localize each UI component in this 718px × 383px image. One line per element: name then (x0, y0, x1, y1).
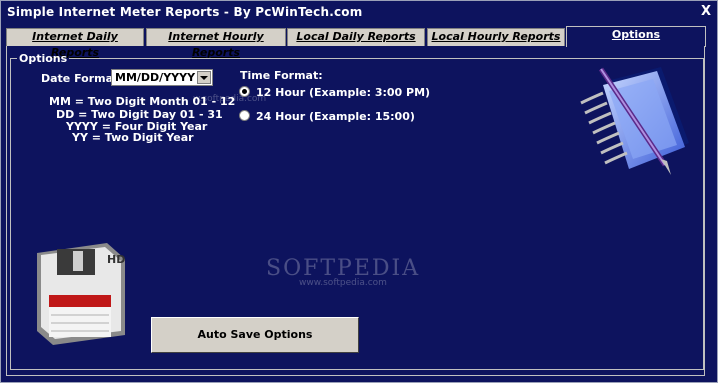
tab-local-hourly-reports[interactable]: Local Hourly Reports (427, 28, 565, 46)
title-bar: Simple Internet Meter Reports - By PcWin… (1, 1, 717, 23)
window-title: Simple Internet Meter Reports - By PcWin… (7, 5, 363, 19)
tab-internet-hourly-reports[interactable]: Internet Hourly Reports (146, 28, 286, 59)
floppy-disk-icon: HD (37, 243, 125, 345)
radio-24-hour[interactable] (239, 110, 250, 121)
close-button[interactable]: X (701, 4, 711, 19)
tab-options[interactable]: Options (566, 26, 706, 47)
time-format-label: Time Format: (240, 69, 323, 82)
chevron-down-icon[interactable] (197, 71, 211, 84)
app-window: Simple Internet Meter Reports - By PcWin… (0, 0, 718, 383)
radio-24-hour-label: 24 Hour (Example: 15:00) (256, 110, 415, 123)
watermark-url: www.softpedia.com (299, 278, 387, 288)
radio-12-hour[interactable] (239, 86, 250, 97)
radio-12-hour-label: 12 Hour (Example: 3:00 PM) (256, 86, 431, 99)
auto-save-options-button[interactable]: Auto Save Options (151, 317, 359, 353)
floppy-label: HD (107, 253, 125, 266)
date-format-select[interactable]: MM/DD/YYYY (111, 69, 213, 86)
options-group-label: Options (19, 52, 68, 65)
date-format-value: MM/DD/YYYY (115, 71, 196, 84)
tab-internet-daily-reports[interactable]: Internet Daily Reports (6, 28, 144, 59)
tab-local-daily-reports[interactable]: Local Daily Reports (287, 28, 425, 46)
date-legend-line: YY = Two Digit Year (72, 131, 194, 144)
notebook-pen-icon (580, 67, 689, 175)
tab-bar: Internet Daily Reports Internet Hourly R… (6, 26, 706, 59)
